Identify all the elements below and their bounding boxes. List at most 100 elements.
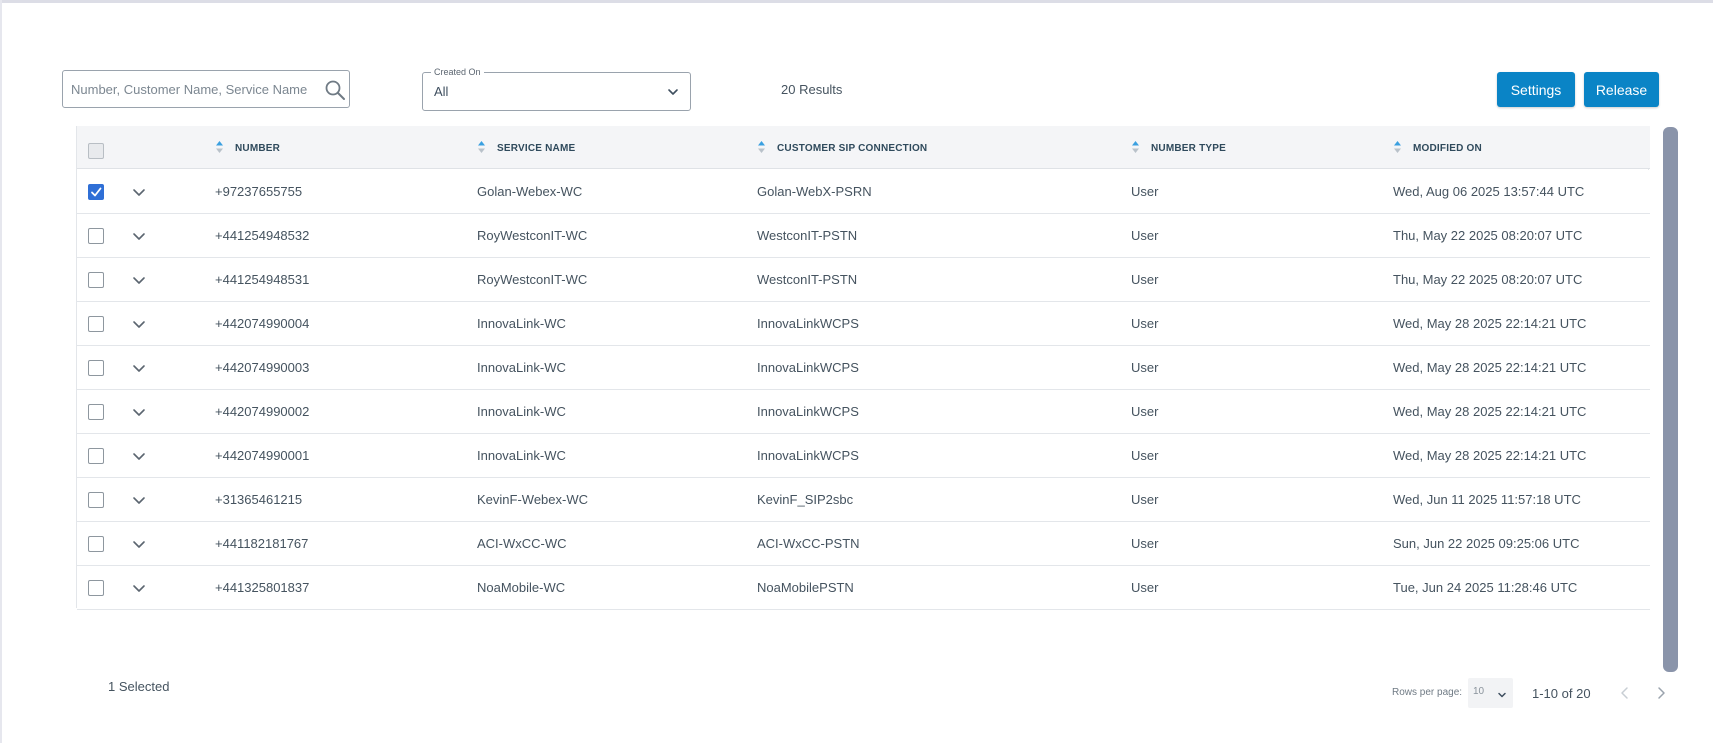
row-checkbox[interactable] [88, 492, 104, 508]
expand-chevron-icon[interactable] [132, 449, 146, 463]
service-name-cell: InnovaLink-WC [477, 448, 566, 463]
pagination-range: 1-10 of 20 [1532, 686, 1591, 701]
left-border [0, 0, 2, 743]
chevron-down-icon [666, 85, 680, 99]
modified-on-cell: Wed, Aug 06 2025 13:57:44 UTC [1393, 184, 1585, 199]
table-row[interactable]: +97237655755 Golan-Webex-WC Golan-WebX-PSR… [77, 170, 1650, 214]
customer-sip-connection-cell: Golan-WebX-PSRN [757, 184, 872, 199]
number-cell: +441325801837 [215, 580, 310, 595]
number-type-cell: User [1131, 404, 1159, 419]
number-cell: +442074990004 [215, 316, 310, 331]
customer-sip-connection-cell: KevinF_SIP2sbc [757, 492, 854, 507]
rows-per-page-value: 10 [1473, 686, 1485, 697]
expand-chevron-icon[interactable] [132, 229, 146, 243]
rows-per-page-select[interactable]: 10 [1468, 678, 1513, 708]
release-button[interactable]: Release [1584, 72, 1659, 107]
sort-icon[interactable] [215, 140, 224, 154]
row-checkbox[interactable] [88, 184, 104, 200]
table-row[interactable]: +442074990002 InnovaLink-WC InnovaLinkWCPS… [77, 390, 1650, 434]
number-cell: +31365461215 [215, 492, 303, 507]
expand-chevron-icon[interactable] [132, 317, 146, 331]
number-type-cell: User [1131, 580, 1159, 595]
table-header: NUMBER SERVICE NAME CUSTOMER SIP CONNECT… [77, 126, 1650, 169]
customer-sip-connection-cell: InnovaLinkWCPS [757, 360, 859, 375]
column-header-service-name[interactable]: SERVICE NAME [477, 141, 575, 155]
number-type-cell: User [1131, 492, 1159, 507]
number-type-cell: User [1131, 448, 1159, 463]
row-checkbox[interactable] [88, 272, 104, 288]
select-all-checkbox[interactable] [88, 143, 104, 159]
row-checkbox[interactable] [88, 316, 104, 332]
column-label: NUMBER TYPE [1151, 142, 1226, 154]
column-header-modified-on[interactable]: MODIFIED ON [1393, 141, 1482, 155]
service-name-cell: NoaMobile-WC [477, 580, 566, 595]
expand-chevron-icon[interactable] [132, 185, 146, 199]
modified-on-cell: Wed, May 28 2025 22:14:21 UTC [1393, 360, 1587, 375]
number-type-cell: User [1131, 360, 1159, 375]
column-header-customer-sip-connection[interactable]: CUSTOMER SIP CONNECTION [757, 141, 927, 155]
column-label: SERVICE NAME [497, 142, 576, 154]
column-header-number-type[interactable]: NUMBER TYPE [1131, 141, 1226, 155]
search-box[interactable] [62, 70, 350, 108]
modified-on-cell: Thu, May 22 2025 08:20:07 UTC [1393, 272, 1583, 287]
table-row[interactable]: +441254948531 RoyWestconIT-WC WestconIT-PS… [77, 258, 1650, 302]
chevron-left-icon[interactable] [1618, 686, 1632, 700]
table-row[interactable]: +442074990004 InnovaLink-WC InnovaLinkWCPS… [77, 302, 1650, 346]
expand-chevron-icon[interactable] [132, 493, 146, 507]
expand-chevron-icon[interactable] [132, 273, 146, 287]
table-row[interactable]: +441325801837 NoaMobile-WC NoaMobilePSTN Us… [77, 566, 1650, 610]
selected-count: 1 Selected [108, 679, 170, 694]
service-name-cell: ACI-WxCC-WC [477, 536, 567, 551]
number-type-cell: User [1131, 536, 1159, 551]
number-type-cell: User [1131, 184, 1159, 199]
settings-button[interactable]: Settings [1497, 72, 1575, 107]
customer-sip-connection-cell: ACI-WxCC-PSTN [757, 536, 860, 551]
modified-on-cell: Wed, May 28 2025 22:14:21 UTC [1393, 316, 1587, 331]
table-row[interactable]: +441254948532 RoyWestconIT-WC WestconIT-PS… [77, 214, 1650, 258]
row-checkbox[interactable] [88, 536, 104, 552]
service-name-cell: KevinF-Webex-WC [477, 492, 589, 507]
modified-on-cell: Tue, Jun 24 2025 11:28:46 UTC [1393, 580, 1578, 595]
customer-sip-connection-cell: InnovaLinkWCPS [757, 448, 859, 463]
customer-sip-connection-cell: InnovaLinkWCPS [757, 316, 859, 331]
top-border [0, 0, 1713, 3]
row-checkbox[interactable] [88, 404, 104, 420]
customer-sip-connection-cell: WestconIT-PSTN [757, 228, 858, 243]
number-cell: +97237655755 [215, 184, 303, 199]
service-name-cell: Golan-Webex-WC [477, 184, 583, 199]
service-name-cell: InnovaLink-WC [477, 360, 566, 375]
created-on-value: All [434, 84, 449, 99]
sort-icon[interactable] [757, 140, 766, 154]
scrollbar[interactable] [1663, 127, 1678, 672]
customer-sip-connection-cell: WestconIT-PSTN [757, 272, 858, 287]
number-cell: +441182181767 [215, 536, 309, 551]
modified-on-cell: Wed, May 28 2025 22:14:21 UTC [1393, 404, 1587, 419]
number-type-cell: User [1131, 316, 1159, 331]
expand-chevron-icon[interactable] [132, 581, 146, 595]
service-name-cell: RoyWestconIT-WC [477, 272, 588, 287]
table-row[interactable]: +441182181767 ACI-WxCC-WC ACI-WxCC-PSTN Use… [77, 522, 1650, 566]
table-row[interactable]: +442074990001 InnovaLink-WC InnovaLinkWCPS… [77, 434, 1650, 478]
customer-sip-connection-cell: InnovaLinkWCPS [757, 404, 859, 419]
chevron-right-icon[interactable] [1654, 686, 1668, 700]
number-type-cell: User [1131, 272, 1159, 287]
table-row[interactable]: +442074990003 InnovaLink-WC InnovaLinkWCPS… [77, 346, 1650, 390]
row-checkbox[interactable] [88, 228, 104, 244]
expand-chevron-icon[interactable] [132, 537, 146, 551]
column-header-number[interactable]: NUMBER [215, 141, 280, 155]
expand-chevron-icon[interactable] [132, 405, 146, 419]
sort-icon[interactable] [1131, 140, 1140, 154]
table-row[interactable]: +31365461215 KevinF-Webex-WC KevinF_SIP2sb… [77, 478, 1650, 522]
expand-chevron-icon[interactable] [132, 361, 146, 375]
search-input[interactable] [69, 77, 309, 101]
row-checkbox[interactable] [88, 448, 104, 464]
search-icon[interactable] [324, 79, 346, 101]
row-checkbox[interactable] [88, 580, 104, 596]
sort-icon[interactable] [477, 140, 486, 154]
column-label: NUMBER [235, 142, 281, 154]
modified-on-cell: Wed, May 28 2025 22:14:21 UTC [1393, 448, 1587, 463]
created-on-select[interactable]: Created On All [422, 67, 691, 111]
row-checkbox[interactable] [88, 360, 104, 376]
sort-icon[interactable] [1393, 140, 1402, 154]
numbers-table: NUMBER SERVICE NAME CUSTOMER SIP CONNECT… [76, 126, 1650, 610]
